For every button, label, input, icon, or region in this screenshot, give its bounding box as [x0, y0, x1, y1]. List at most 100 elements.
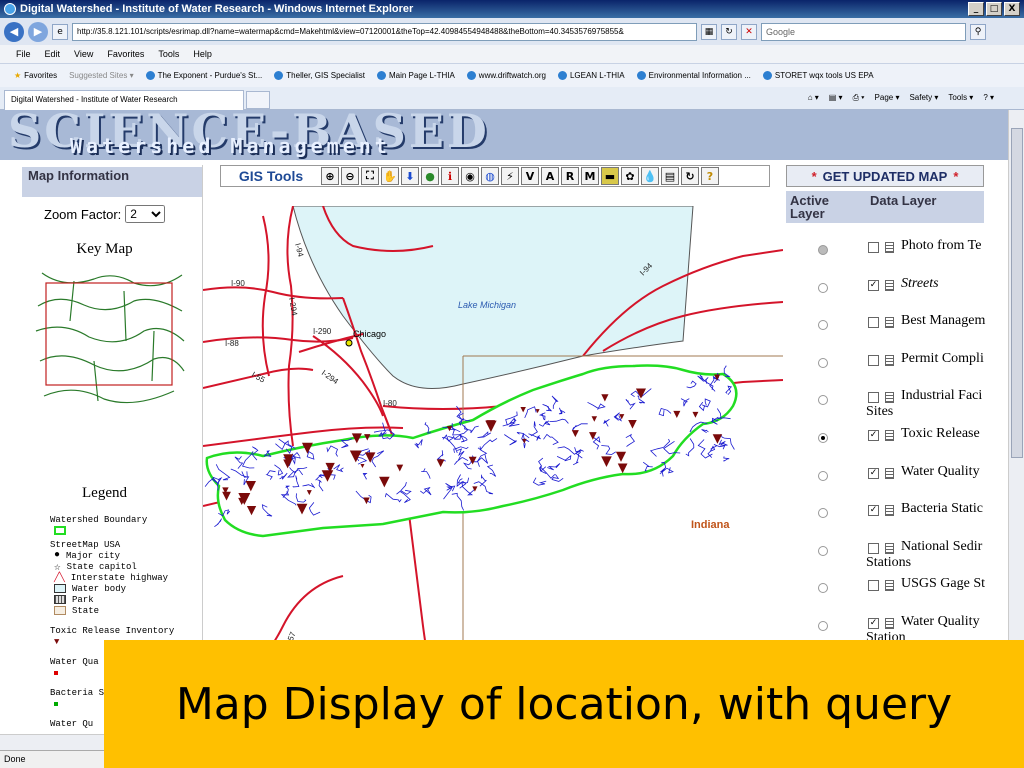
tab-digital-watershed[interactable]: Digital Watershed - Institute of Water R…	[4, 89, 244, 110]
layer-checkbox[interactable]: ✓	[868, 279, 879, 291]
favorites-button[interactable]: ★ Favorites	[14, 71, 57, 80]
active-layer-radio[interactable]	[818, 245, 828, 255]
locate-icon[interactable]: ●	[421, 167, 439, 185]
layer-checkbox[interactable]	[868, 542, 879, 554]
active-layer-radio[interactable]	[818, 395, 828, 406]
home-icon[interactable]: ⌂ ▾	[808, 93, 819, 103]
search-icon[interactable]: ⚲	[970, 23, 986, 40]
svg-text:I-88: I-88	[225, 339, 239, 348]
wildlife-icon[interactable]: ✿	[621, 167, 639, 185]
layer-info-icon[interactable]	[885, 279, 894, 291]
active-layer-radio[interactable]	[818, 620, 828, 631]
stop-icon[interactable]: ✕	[741, 23, 757, 40]
maximize-button[interactable]: □	[986, 2, 1002, 16]
window-title: Digital Watershed - Institute of Water R…	[20, 3, 414, 15]
get-updated-map-button[interactable]: * GET UPDATED MAP *	[786, 165, 984, 187]
search-input[interactable]: Google	[761, 22, 966, 41]
page-menu[interactable]: Page ▾	[875, 93, 900, 103]
active-layer-radio[interactable]	[818, 282, 828, 293]
layer-checkbox[interactable]	[868, 242, 879, 253]
favorite-link[interactable]: LGEAN L-THIA	[557, 71, 625, 80]
layer-row: ✓ Water Quality	[786, 461, 1008, 499]
refresh-icon[interactable]: ↻	[721, 23, 737, 40]
favorite-link[interactable]: www.driftwatch.org	[466, 71, 546, 80]
layer-checkbox[interactable]	[868, 392, 879, 404]
layer-info-icon[interactable]	[885, 392, 894, 404]
help-icon[interactable]: ? ▾	[983, 93, 994, 103]
scroll-thumb[interactable]	[1011, 128, 1023, 458]
minimize-button[interactable]: _	[968, 2, 984, 16]
tool-m[interactable]: M	[581, 167, 599, 185]
layer-info-icon[interactable]	[885, 617, 894, 629]
menu-view[interactable]: View	[74, 49, 93, 59]
layer-info-icon[interactable]	[885, 429, 894, 441]
water-drop-icon[interactable]: 💧	[641, 167, 659, 185]
zoom-select[interactable]: 2	[125, 205, 166, 223]
favorite-link[interactable]: Theller, GIS Specialist	[274, 71, 365, 80]
full-extent-icon[interactable]: ⛶	[361, 167, 379, 185]
favorite-link[interactable]: The Exponent - Purdue's St...	[145, 71, 262, 80]
report-icon[interactable]: ▤	[661, 167, 679, 185]
menu-tools[interactable]: Tools	[158, 49, 179, 59]
layer-checkbox[interactable]	[868, 317, 879, 329]
active-layer-radio[interactable]	[818, 470, 828, 481]
layer-checkbox[interactable]	[868, 354, 879, 366]
zoom-out-icon[interactable]: ⊖	[341, 167, 359, 185]
layer-checkbox[interactable]: ✓	[868, 617, 879, 629]
layer-info-icon[interactable]	[885, 354, 894, 366]
layer-info-icon[interactable]	[885, 467, 894, 479]
favorite-link[interactable]: STORET wqx tools US EPA	[762, 71, 874, 80]
active-layer-radio[interactable]	[818, 508, 828, 519]
select-icon[interactable]: ◉	[461, 167, 479, 185]
active-layer-radio[interactable]	[818, 583, 828, 594]
safety-menu[interactable]: Safety ▾	[909, 93, 938, 103]
globe-icon[interactable]: ◍	[481, 167, 499, 185]
identify-icon[interactable]: ℹ	[441, 167, 459, 185]
layer-info-icon[interactable]	[885, 505, 894, 517]
layer-checkbox[interactable]: ✓	[868, 467, 879, 479]
layer-info-icon[interactable]	[885, 580, 894, 592]
menu-file[interactable]: File	[16, 49, 31, 59]
layer-checkbox[interactable]: ✓	[868, 429, 879, 441]
key-map[interactable]	[34, 261, 186, 411]
favorite-link[interactable]: Environmental Information ...	[636, 71, 751, 80]
tool-v[interactable]: V	[521, 167, 539, 185]
suggested-sites[interactable]: Suggested Sites ▾	[69, 71, 134, 80]
feeds-icon[interactable]: ▤ ▾	[829, 93, 843, 103]
menu-help[interactable]: Help	[193, 49, 212, 59]
down-arrow-icon[interactable]: ⬇	[401, 167, 419, 185]
lightning-icon[interactable]: ⚡	[501, 167, 519, 185]
active-layer-radio[interactable]	[818, 545, 828, 556]
map-layer-icon[interactable]: ▬	[601, 167, 619, 185]
layer-checkbox[interactable]: ✓	[868, 505, 879, 517]
active-layer-radio[interactable]	[818, 357, 828, 368]
pan-hand-icon[interactable]: ✋	[381, 167, 399, 185]
layer-name: Industrial Faci	[901, 388, 983, 404]
layer-checkbox[interactable]	[868, 580, 879, 592]
tool-a[interactable]: A	[541, 167, 559, 185]
tool-r[interactable]: R	[561, 167, 579, 185]
horizontal-scrollbar[interactable]	[0, 734, 110, 750]
layer-info-icon[interactable]	[885, 242, 894, 253]
close-button[interactable]: X	[1004, 2, 1020, 16]
layer-info-icon[interactable]	[885, 542, 894, 554]
help-icon[interactable]: ?	[701, 167, 719, 185]
refresh-map-icon[interactable]: ↻	[681, 167, 699, 185]
compatibility-icon[interactable]: ▦	[701, 23, 717, 40]
active-layer-radio[interactable]	[818, 432, 828, 443]
forward-arrow-icon[interactable]: ▶	[28, 21, 48, 42]
favorite-link[interactable]: Main Page L-THIA	[376, 71, 455, 80]
tools-menu[interactable]: Tools ▾	[948, 93, 973, 103]
menu-favorites[interactable]: Favorites	[107, 49, 144, 59]
menu-edit[interactable]: Edit	[45, 49, 61, 59]
active-layer-radio[interactable]	[818, 320, 828, 331]
layer-info-icon[interactable]	[885, 317, 894, 329]
new-tab-button[interactable]	[246, 91, 270, 109]
window-controls: _ □ X	[968, 2, 1020, 16]
url-input[interactable]: http://35.8.121.101/scripts/esrimap.dll?…	[72, 22, 697, 41]
back-arrow-icon[interactable]: ◀	[4, 21, 24, 42]
zoom-in-icon[interactable]: ⊕	[321, 167, 339, 185]
layer-table-header: Active Layer Data Layer	[786, 191, 984, 223]
layer-name: Best Managem	[901, 313, 986, 329]
print-icon[interactable]: ⎙ ▾	[853, 93, 865, 103]
